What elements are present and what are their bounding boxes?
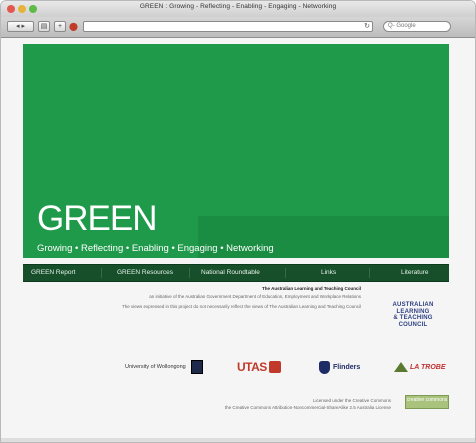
hero-banner: GREEN Growing • Reflecting • Enabling • …: [23, 44, 449, 258]
partner-name: LA TROBE: [410, 363, 446, 371]
window-bottom-edge: [1, 438, 475, 442]
utas-crest-icon: [268, 361, 281, 373]
partner-logo-wollongong[interactable]: University of Wollongong: [125, 356, 203, 378]
licence-line-1: Licensed under the Creative Commons: [312, 398, 391, 403]
nav-item-green-resources[interactable]: GREEN Resources: [117, 265, 173, 281]
funding-statement: The Australian Learning and Teaching Cou…: [41, 286, 361, 291]
reader-button[interactable]: ▤: [38, 21, 50, 32]
rss-icon[interactable]: ⬤: [69, 22, 79, 32]
partner-logo-flinders[interactable]: Flinders: [319, 356, 360, 378]
site-tagline: Growing • Reflecting • Enabling • Engagi…: [37, 243, 274, 254]
nav-item-green-report[interactable]: GREEN Report: [31, 265, 75, 281]
nav-item-literature[interactable]: Literature: [401, 265, 428, 281]
nav-item-links[interactable]: Links: [321, 265, 336, 281]
partner-name: Flinders: [333, 363, 361, 371]
browser-window: GREEN : Growing - Reflecting - Enabling …: [0, 0, 476, 443]
partner-name: University of Wollongong: [125, 364, 186, 370]
title-bar: GREEN : Growing - Reflecting - Enabling …: [1, 1, 475, 17]
window-title: GREEN : Growing - Reflecting - Enabling …: [139, 3, 337, 10]
wollongong-crest-icon: [190, 360, 203, 374]
site-title: GREEN: [37, 199, 157, 238]
nav-divider: [189, 268, 190, 278]
page-content: GREEN Growing • Reflecting • Enabling • …: [1, 38, 475, 442]
altc-name: The Australian Learning and Teaching Cou…: [261, 286, 361, 291]
nav-divider: [101, 268, 102, 278]
main-nav: GREEN Report GREEN Resources National Ro…: [23, 264, 449, 282]
nav-divider: [369, 268, 370, 278]
browser-toolbar: ◂ ▸ ▤ + ⬤ ↻ Q- Google: [1, 17, 475, 38]
creative-commons-badge[interactable]: creative commons: [405, 395, 449, 409]
address-bar[interactable]: ↻: [83, 21, 373, 32]
partner-name: UTAS: [237, 360, 267, 374]
licence-line-2[interactable]: the Creative Commons Attribution-Noncomm…: [41, 405, 391, 410]
nav-divider: [285, 268, 286, 278]
altc-logo[interactable]: AUSTRALIAN LEARNING & TEACHING COUNCIL: [373, 302, 453, 328]
government-statement: an initiative of the Australian Governme…: [149, 294, 361, 299]
disclaimer-text: The views expressed in this project do n…: [122, 304, 361, 309]
reload-icon[interactable]: ↻: [364, 22, 370, 31]
nav-item-national-roundtable[interactable]: National Roundtable: [201, 265, 260, 281]
partner-logo-utas[interactable]: UTAS: [237, 356, 281, 378]
add-bookmark-button[interactable]: +: [54, 21, 66, 32]
partner-logo-latrobe[interactable]: LA TROBE: [394, 356, 446, 378]
search-input[interactable]: Q- Google: [383, 21, 451, 32]
latrobe-mark-icon: [394, 362, 408, 372]
back-forward-button[interactable]: ◂ ▸: [7, 21, 34, 32]
flinders-crest-icon: [319, 360, 330, 374]
